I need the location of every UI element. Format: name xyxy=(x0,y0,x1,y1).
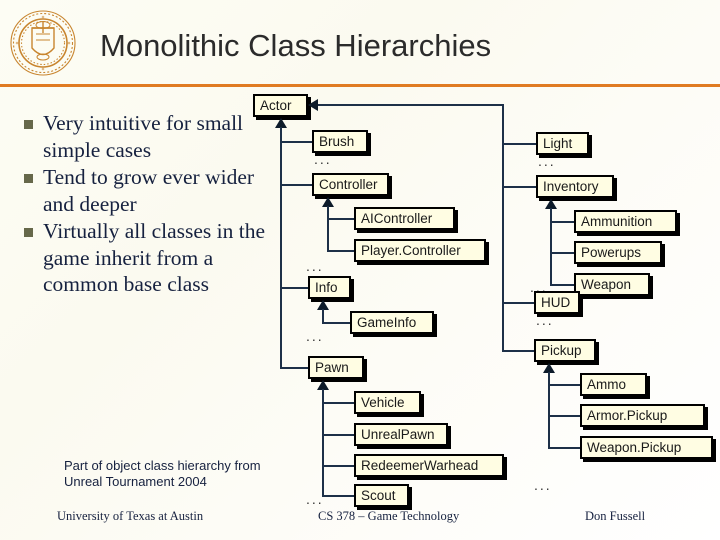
class-node-label: Scout xyxy=(361,488,396,503)
class-node-controller[interactable]: Controller xyxy=(312,173,389,196)
class-node-aicontroller[interactable]: AIController xyxy=(354,207,455,230)
class-node-label: Actor xyxy=(260,98,292,113)
edge-inventory-weapon xyxy=(550,284,574,286)
class-node-hud[interactable]: HUD xyxy=(534,291,580,314)
footer-right: Don Fussell xyxy=(585,509,646,523)
class-node-info[interactable]: Info xyxy=(308,276,351,299)
class-node-playercontroller[interactable]: Player.Controller xyxy=(354,239,486,262)
class-node-label: Vehicle xyxy=(361,395,405,410)
class-node-label: Armor.Pickup xyxy=(587,408,668,423)
edge-actor-brush xyxy=(280,141,312,143)
edge-actor-pickup xyxy=(502,350,534,352)
class-node-powerups[interactable]: Powerups xyxy=(574,241,662,264)
class-node-ammo[interactable]: Ammo xyxy=(580,373,647,396)
class-node-pickup[interactable]: Pickup xyxy=(534,339,596,362)
class-node-label: Controller xyxy=(319,177,378,192)
class-node-inventory[interactable]: Inventory xyxy=(536,175,614,198)
class-node-label: Light xyxy=(543,136,573,151)
ellipsis-marker: ... xyxy=(306,258,324,274)
edge-pawn-scout xyxy=(322,495,354,497)
class-node-scout[interactable]: Scout xyxy=(354,484,409,507)
edge-pickup-ammo xyxy=(548,384,580,386)
ut-austin-seal-logo xyxy=(8,8,78,78)
edge-pawn-unrealpawn xyxy=(322,434,354,436)
class-node-armorpickup[interactable]: Armor.Pickup xyxy=(580,404,705,427)
edge-actor-controller xyxy=(280,184,312,186)
class-node-label: Info xyxy=(315,280,338,295)
class-node-actor[interactable]: Actor xyxy=(253,94,308,117)
edge-pawn-redeemerwarhead xyxy=(322,465,354,467)
class-node-label: AIController xyxy=(361,211,433,226)
footer-left: University of Texas at Austin xyxy=(57,509,204,523)
class-node-brush[interactable]: Brush xyxy=(312,130,368,153)
ellipsis-marker: ... xyxy=(306,491,324,507)
class-node-gameinfo[interactable]: GameInfo xyxy=(350,311,434,334)
edge-info-gameinfo xyxy=(322,322,350,324)
class-node-ammunition[interactable]: Ammunition xyxy=(574,210,677,233)
edge-controller-playercontroller xyxy=(327,250,354,252)
trunk-actor-right xyxy=(502,104,504,351)
edge-pawn-vehicle xyxy=(322,402,354,404)
edge-inventory-ammunition xyxy=(550,221,574,223)
ellipsis-marker: ... xyxy=(314,151,332,167)
class-node-redeemerwarhead[interactable]: RedeemerWarhead xyxy=(354,454,504,477)
trunk-controller xyxy=(327,206,329,252)
edge-actor-inventory xyxy=(502,186,536,188)
slide-canvas: Monolithic Class Hierarchies Very intuit… xyxy=(0,0,720,540)
trunk-pawn xyxy=(322,389,324,495)
edge-controller-aicontroller xyxy=(327,218,354,220)
class-node-label: Powerups xyxy=(581,245,642,260)
edge-pickup-weaponpickup xyxy=(548,447,580,449)
class-node-label: HUD xyxy=(541,295,571,310)
edge-actor-info xyxy=(280,287,308,289)
trunk-actor-left xyxy=(280,127,282,368)
edge-right-to-actor xyxy=(318,104,504,106)
class-node-label: Ammunition xyxy=(581,214,653,229)
edge-actor-light xyxy=(502,143,536,145)
ellipsis-marker: ... xyxy=(536,312,554,328)
class-node-label: Pawn xyxy=(315,360,349,375)
edge-actor-pawn xyxy=(280,367,308,369)
class-node-label: GameInfo xyxy=(357,315,417,330)
class-node-label: Weapon xyxy=(581,277,632,292)
class-node-label: Ammo xyxy=(587,377,627,392)
class-node-label: Pickup xyxy=(541,343,582,358)
edge-pickup-armorpickup xyxy=(548,415,580,417)
class-hierarchy-diagram: Actor Brush ... Controller AIController … xyxy=(0,88,720,508)
page-title: Monolithic Class Hierarchies xyxy=(100,28,492,63)
footer-center: CS 378 – Game Technology xyxy=(318,509,460,523)
class-node-pawn[interactable]: Pawn xyxy=(308,356,364,379)
title-divider xyxy=(0,84,720,87)
class-node-label: UnrealPawn xyxy=(361,427,435,442)
trunk-inventory xyxy=(550,208,552,285)
ellipsis-marker: ... xyxy=(306,328,324,344)
ellipsis-marker: ... xyxy=(534,477,552,493)
class-node-label: Brush xyxy=(319,134,355,149)
class-node-label: RedeemerWarhead xyxy=(361,458,479,473)
ellipsis-marker: ... xyxy=(538,153,556,169)
class-node-label: Inventory xyxy=(543,179,599,194)
class-node-weapon[interactable]: Weapon xyxy=(574,273,650,296)
class-node-label: Player.Controller xyxy=(361,243,461,258)
arrow-left-icon xyxy=(308,99,318,111)
class-node-unrealpawn[interactable]: UnrealPawn xyxy=(354,423,448,446)
class-node-weaponpickup[interactable]: Weapon.Pickup xyxy=(580,436,713,459)
edge-inventory-powerups xyxy=(550,252,574,254)
class-node-vehicle[interactable]: Vehicle xyxy=(354,391,421,414)
class-node-light[interactable]: Light xyxy=(536,132,589,155)
edge-actor-hud xyxy=(502,302,534,304)
class-node-label: Weapon.Pickup xyxy=(587,440,682,455)
